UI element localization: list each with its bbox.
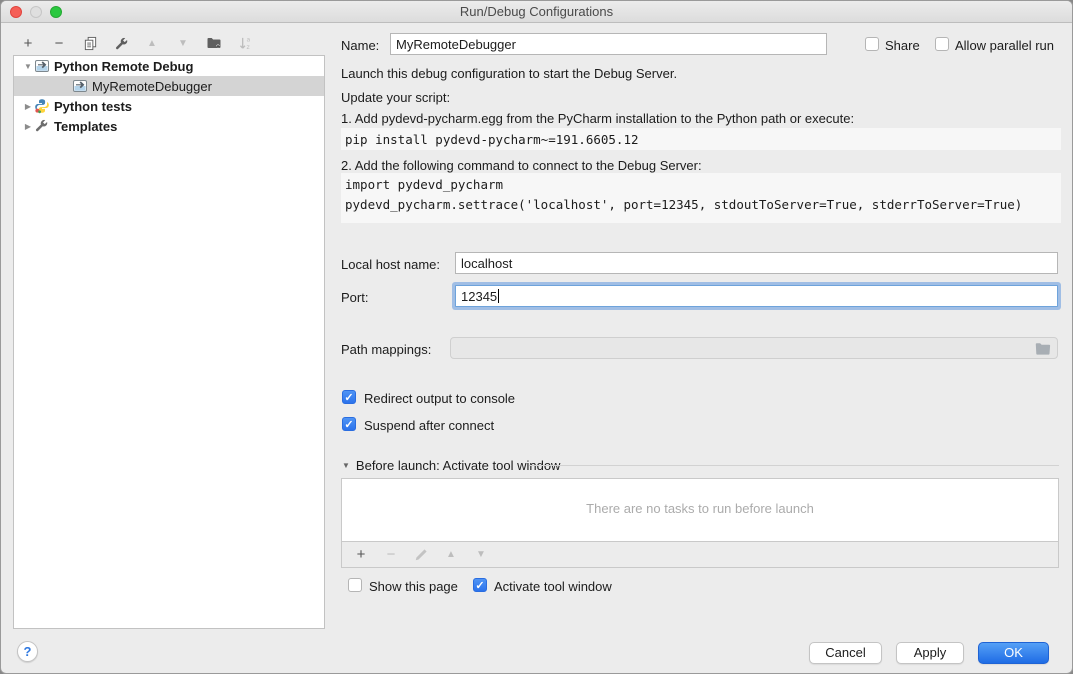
configurations-tree: ▼ Python Remote Debug MyRemoteDebugger ▶… (13, 55, 325, 629)
name-input[interactable] (390, 33, 827, 55)
suspend-after-connect-checkbox[interactable]: ✓ (342, 417, 356, 431)
tree-item-label: Python Remote Debug (54, 59, 193, 74)
remove-configuration-button[interactable]: − (50, 34, 68, 52)
python-tests-icon (34, 98, 50, 114)
text-caret (498, 289, 499, 303)
templates-wrench-icon (34, 118, 50, 134)
collapse-section-icon[interactable]: ▼ (342, 461, 350, 470)
suspend-after-connect-label: Suspend after connect (364, 418, 494, 433)
new-folder-icon[interactable] (205, 34, 223, 52)
allow-parallel-run-label: Allow parallel run (955, 38, 1054, 53)
tree-item-label: Python tests (54, 99, 132, 114)
remote-debug-config-icon (72, 78, 88, 94)
tree-item-python-remote-debug[interactable]: ▼ Python Remote Debug (14, 56, 324, 76)
share-checkbox[interactable] (865, 37, 879, 51)
path-mappings-field[interactable] (450, 337, 1058, 359)
window-title: Run/Debug Configurations (1, 4, 1072, 19)
add-task-button[interactable]: + (352, 546, 370, 564)
tree-item-myremotedebugger-selected[interactable]: MyRemoteDebugger (14, 76, 324, 96)
path-mappings-label: Path mappings: (341, 342, 431, 357)
move-up-button: ▲ (143, 34, 161, 52)
port-input[interactable] (455, 285, 1058, 307)
section-divider (529, 465, 1059, 466)
add-configuration-button[interactable]: + (19, 34, 37, 52)
allow-parallel-run-checkbox[interactable] (935, 37, 949, 51)
move-task-down-button: ▼ (472, 546, 490, 564)
svg-text:z: z (246, 44, 249, 51)
show-this-page-label: Show this page (369, 579, 458, 594)
svg-text:a: a (246, 36, 250, 43)
remote-debug-config-icon (34, 58, 50, 74)
copy-configuration-icon[interactable] (81, 34, 99, 52)
show-this-page-checkbox[interactable] (348, 578, 362, 592)
cancel-button[interactable]: Cancel (809, 642, 882, 664)
update-script-text: Update your script: (341, 90, 450, 105)
before-launch-header[interactable]: ▼ Before launch: Activate tool window (342, 458, 560, 473)
collapsed-arrow-icon[interactable]: ▶ (22, 122, 34, 131)
help-button[interactable]: ? (17, 641, 38, 662)
step2-text: 2. Add the following command to connect … (341, 158, 702, 173)
move-down-button: ▼ (174, 34, 192, 52)
run-debug-configurations-dialog: Run/Debug Configurations + − ▲ ▼ az ▼ Py… (0, 0, 1073, 674)
apply-button[interactable]: Apply (896, 642, 964, 664)
remove-task-button: − (382, 546, 400, 564)
share-label: Share (885, 38, 920, 53)
code-line-2: pydevd_pycharm.settrace('localhost', por… (345, 197, 1022, 212)
expanded-arrow-icon[interactable]: ▼ (22, 62, 34, 71)
code-line-1: import pydevd_pycharm (345, 177, 503, 192)
local-host-name-input[interactable] (455, 252, 1058, 274)
tree-item-label: MyRemoteDebugger (92, 79, 212, 94)
task-list-toolbar: + − ▲ ▼ (341, 542, 1059, 568)
activate-tool-window-checkbox[interactable]: ✓ (473, 578, 487, 592)
redirect-output-checkbox[interactable]: ✓ (342, 390, 356, 404)
tree-item-templates[interactable]: ▶ Templates (14, 116, 324, 136)
browse-folder-icon[interactable] (1035, 342, 1051, 356)
settrace-code-block[interactable]: import pydevd_pycharm pydevd_pycharm.set… (341, 173, 1061, 223)
move-task-up-button: ▲ (442, 546, 460, 564)
title-bar: Run/Debug Configurations (1, 1, 1072, 23)
activate-tool-window-label: Activate tool window (494, 579, 612, 594)
ok-button[interactable]: OK (978, 642, 1049, 664)
before-launch-task-list[interactable]: There are no tasks to run before launch (341, 478, 1059, 542)
step1-text: 1. Add pydevd-pycharm.egg from the PyCha… (341, 111, 854, 126)
name-label: Name: (341, 38, 379, 53)
configurations-toolbar: + − ▲ ▼ az (19, 32, 254, 54)
port-label: Port: (341, 290, 368, 305)
edit-task-pencil-icon (412, 546, 430, 564)
sort-configurations-icon: az (236, 34, 254, 52)
tree-item-python-tests[interactable]: ▶ Python tests (14, 96, 324, 116)
empty-tasks-message: There are no tasks to run before launch (342, 501, 1058, 516)
edit-defaults-wrench-icon[interactable] (112, 34, 130, 52)
collapsed-arrow-icon[interactable]: ▶ (22, 102, 34, 111)
pip-command-code[interactable]: pip install pydevd-pycharm~=191.6605.12 (341, 128, 1061, 150)
description-text: Launch this debug configuration to start… (341, 66, 677, 81)
redirect-output-label: Redirect output to console (364, 391, 515, 406)
local-host-name-label: Local host name: (341, 257, 440, 272)
tree-item-label: Templates (54, 119, 117, 134)
